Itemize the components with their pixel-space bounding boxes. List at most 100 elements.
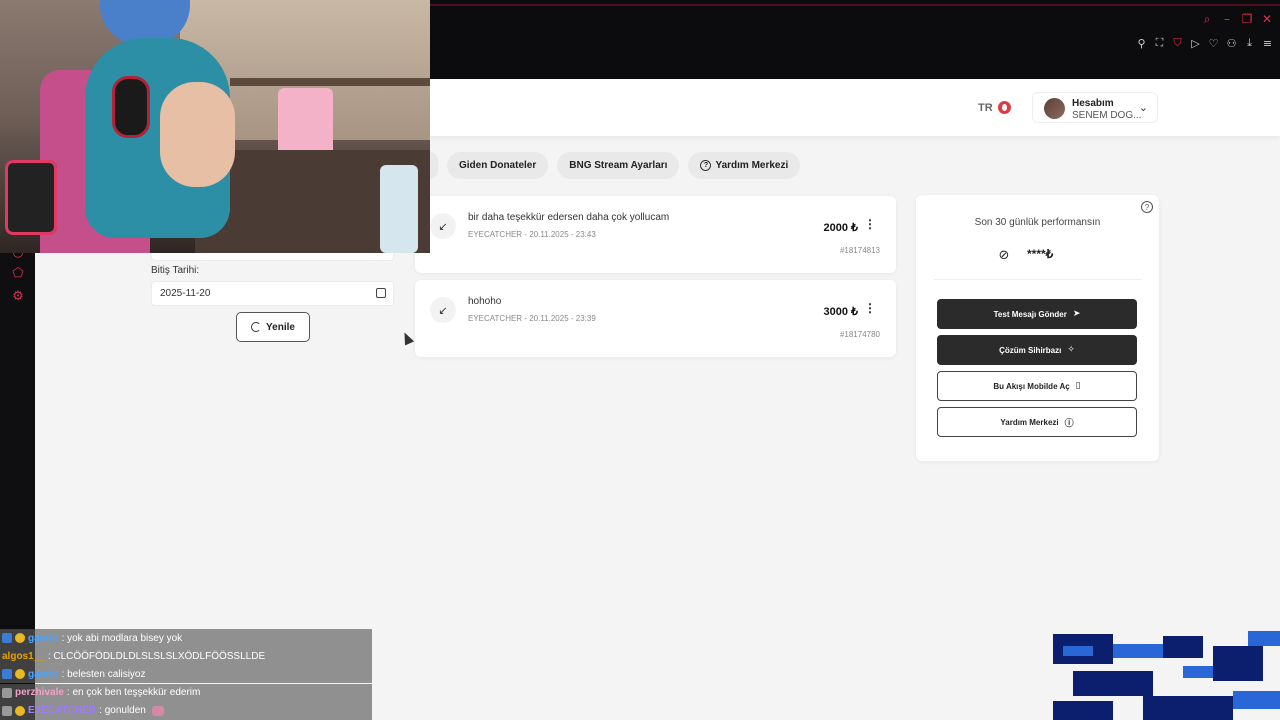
end-date-field[interactable]: 2025-11-20: [151, 281, 394, 306]
performance-value: ****₺: [1027, 247, 1054, 261]
play-icon[interactable]: ▷: [1189, 36, 1202, 50]
divider: [934, 279, 1141, 280]
mouse-cursor: [399, 330, 415, 346]
eye-off-icon[interactable]: ⊘: [996, 247, 1012, 263]
chat-message: algos1__ : CLCÖÖFÖDLDLDLSLSLSLXÖDLFÖÖSSL…: [0, 647, 372, 666]
donation-amount: 2000 ₺: [823, 222, 858, 234]
more-options-icon[interactable]: ⋮: [864, 302, 876, 314]
chat-text: : belesten calisiyoz: [61, 668, 146, 680]
donation-meta: EYECATCHER - 20.11.2025 - 23:43: [468, 230, 596, 239]
donation-meta: EYECATCHER - 20.11.2025 - 23:39: [468, 314, 596, 323]
webcam-overlay: [0, 0, 430, 253]
site-header: TR Hesabım SENEM DOG... ⌄: [430, 79, 1280, 136]
chat-overlay: gamtır : yok abi modlara bisey yok algos…: [0, 629, 372, 720]
end-date-value: 2025-11-20: [160, 288, 211, 299]
refresh-icon: [251, 322, 262, 332]
help-center-button[interactable]: Yardım Merkezi ⓘ: [937, 407, 1137, 437]
refresh-button[interactable]: Yenile: [236, 312, 310, 342]
chat-message: EYECATCHER : gonulden: [0, 701, 372, 720]
donation-card[interactable]: ↙ bir daha teşekkür edersen daha çok yol…: [415, 196, 896, 273]
account-menu[interactable]: Hesabım SENEM DOG... ⌄: [1032, 92, 1158, 123]
pixel-art-overlay: [1053, 626, 1280, 720]
donation-message: bir daha teşekkür edersen daha çok yollu…: [468, 212, 670, 223]
webcam-headset: [112, 76, 150, 138]
shield-icon[interactable]: ⛉: [1171, 36, 1184, 50]
subscriber-badge-icon: [2, 669, 12, 680]
section-tabs: Giden Donateler BNG Stream Ayarları ? Ya…: [430, 152, 801, 179]
performance-title: Son 30 günlük performansın: [974, 217, 1101, 228]
help-icon[interactable]: ?: [1141, 201, 1153, 213]
subscriber-badge-icon: [2, 633, 12, 643]
sound-badge-icon: [2, 705, 12, 716]
send-icon: ➤: [1072, 309, 1081, 319]
refresh-label: Yenile: [266, 321, 295, 333]
chat-text: : gonulden: [99, 705, 146, 717]
tab-stream-settings[interactable]: BNG Stream Ayarları: [557, 152, 680, 179]
chat-text: : yok abi modlara bisey yok: [61, 632, 183, 644]
menu-icon[interactable]: ≡: [1261, 36, 1274, 50]
emote-icon: [151, 705, 164, 716]
download-icon[interactable]: ⤓: [1243, 36, 1256, 50]
heart-icon[interactable]: ♡: [1207, 36, 1220, 50]
screenshot-icon[interactable]: ⛶: [1153, 36, 1166, 50]
restore-icon[interactable]: ❐: [1240, 12, 1254, 26]
tab-strip-line: [430, 4, 1280, 6]
tab-label: Yardım Merkezi: [715, 160, 789, 171]
language-code: TR: [978, 101, 993, 114]
account-title: Hesabım: [1072, 98, 1114, 109]
crown-badge-icon: [15, 669, 25, 680]
donation-message: hohoho: [468, 296, 502, 307]
tab-outgoing-donations[interactable]: Giden Donateler: [447, 152, 549, 179]
language-switch[interactable]: TR: [978, 101, 1011, 114]
avatar: [1044, 98, 1065, 119]
help-icon: ⓘ: [1064, 418, 1074, 429]
chat-text: : en çok ben teşşekkür ederim: [66, 687, 201, 699]
donation-card[interactable]: ↙ hohoho EYECATCHER - 20.11.2025 - 23:39…: [415, 280, 896, 357]
chat-username: perzhivale: [15, 687, 64, 699]
webcam-bottle: [380, 165, 418, 253]
incoming-arrow-icon: ↙: [430, 213, 456, 239]
chat-username: EYECATCHER: [28, 705, 97, 717]
window-controls: ⌕ – ❐ ✕: [1200, 12, 1274, 27]
wand-icon: ✧: [1067, 345, 1075, 355]
search-icon[interactable]: ⌕: [1200, 12, 1214, 26]
performance-panel: ? Son 30 günlük performansın ⊘ ****₺ Tes…: [916, 195, 1159, 461]
more-options-icon[interactable]: ⋮: [864, 218, 876, 230]
open-mobile-button[interactable]: Bu Akışı Mobilde Aç ▯: [937, 371, 1137, 401]
webcam-microphone: [5, 160, 57, 235]
gear-icon[interactable]: ⚙: [11, 289, 25, 304]
chat-text: : CLCÖÖFÖDLDLDLSLSLSLXÖDLFÖÖSSLLDE: [47, 650, 266, 662]
pin-icon[interactable]: ⚲: [1135, 36, 1148, 50]
browser-toolbar: ⚲ ⛶ ⛉ ▷ ♡ ⚇ ⤓ ≡: [1135, 36, 1274, 50]
end-date-label: Bitiş Tarihi:: [151, 265, 200, 276]
button-label: Bu Akışı Mobilde Aç: [993, 381, 1070, 391]
turkey-flag-icon: [997, 101, 1011, 114]
send-test-message-button[interactable]: Test Mesajı Gönder ➤: [937, 299, 1137, 329]
button-label: Çözüm Sihirbazı: [999, 345, 1062, 355]
crown-badge-icon: [15, 633, 25, 643]
coin-badge-icon: [15, 705, 25, 716]
chat-message: gamtır : yok abi modlara bisey yok: [0, 629, 372, 647]
chat-username: algos1__: [2, 650, 45, 662]
donation-id: #18174780: [839, 330, 880, 339]
tag-icon[interactable]: ⬠: [11, 266, 25, 281]
button-label: Test Mesajı Gönder: [993, 309, 1067, 319]
tab-help-center[interactable]: ? Yardım Merkezi: [688, 152, 801, 179]
chat-message: gamtır : belesten calisiyoz: [0, 665, 372, 684]
tab-label: BNG Stream Ayarları: [569, 160, 668, 171]
sound-badge-icon: [2, 687, 12, 698]
minimize-icon[interactable]: –: [1220, 12, 1234, 26]
calendar-icon[interactable]: [376, 288, 386, 298]
chevron-down-icon: ⌄: [1138, 101, 1148, 114]
phone-icon: ▯: [1075, 381, 1081, 391]
chat-username: gamtır: [28, 632, 59, 644]
donation-amount: 3000 ₺: [823, 306, 858, 318]
solution-wizard-button[interactable]: Çözüm Sihirbazı ✧: [937, 335, 1137, 365]
tab-partial[interactable]: [430, 152, 438, 179]
person-icon[interactable]: ⚇: [1225, 36, 1238, 50]
help-icon: ?: [700, 160, 712, 171]
close-icon[interactable]: ✕: [1260, 12, 1274, 26]
incoming-arrow-icon: ↙: [430, 297, 456, 323]
chat-username: gamtır: [28, 668, 59, 680]
webcam-shelf: [230, 78, 430, 86]
